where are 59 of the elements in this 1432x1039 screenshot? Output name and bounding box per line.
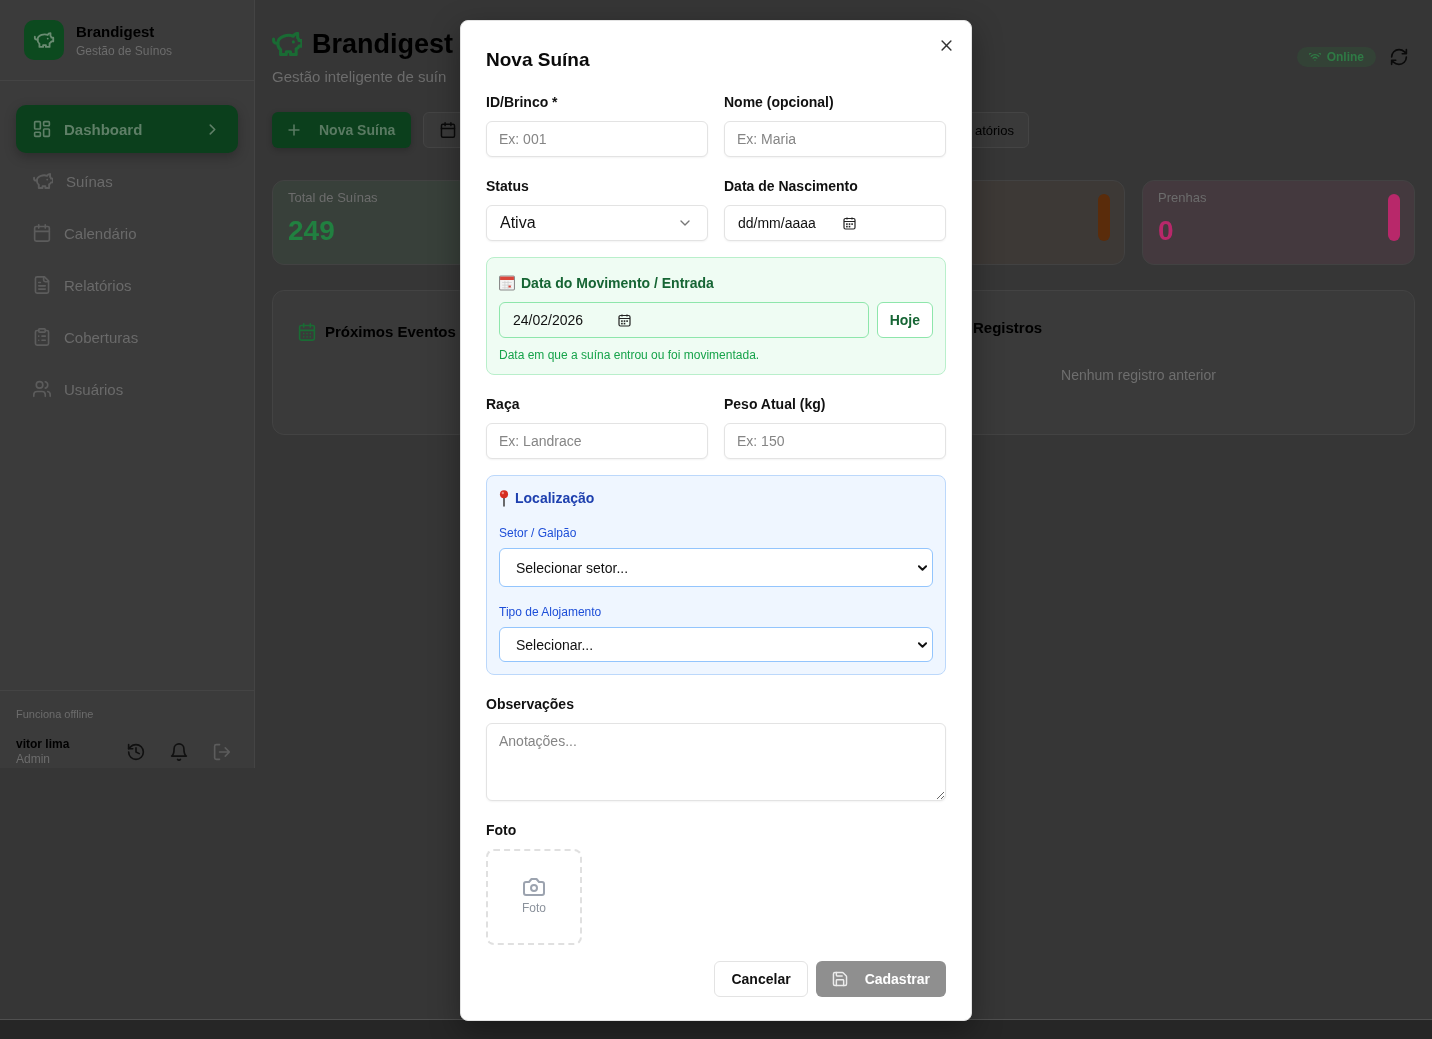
today-button[interactable]: Hoje [876,302,933,338]
text-field[interactable]: Ex: 150 [724,423,946,459]
stat-value: 249 [288,214,336,248]
new-pig-button[interactable]: Nova Suína [272,112,412,148]
field-hint: Data em que a suína entrou ou foi movimentada. [499,347,761,363]
section-title: Data do Movimento / Entrada [521,274,714,293]
field-label: Data de Nascimento [724,177,859,196]
field-label: Setor / Galpão [499,525,578,541]
calendar-icon [499,275,515,291]
field-label: ID/Brinco * [486,93,559,112]
select-field[interactable]: Selecionar... [499,627,933,662]
section-title: Localização [515,489,595,508]
calendar-icon[interactable] [618,313,631,327]
field-label: Tipo de Alojamento [499,604,603,620]
calendar-icon[interactable] [843,216,856,230]
dialog-title: Nova Suína [486,48,591,72]
field-label: Foto [486,821,518,840]
nav-item[interactable]: Dashboard [16,105,238,153]
select-field[interactable]: Selecionar setor... [499,548,933,587]
date-field[interactable]: dd/mm/aaaa [724,205,946,241]
field-label: Nome (opcional) [724,93,835,112]
pig-logo-icon [24,20,64,60]
text-field[interactable]: Ex: 001 [486,121,708,157]
clipboard-icon [33,328,51,346]
chevron-down-icon [680,220,690,226]
field-label: Observações [486,695,575,714]
user-name: vitor lima [16,737,71,752]
users-icon [33,380,51,398]
save-icon [831,971,848,987]
app-name: Brandigest [76,21,156,41]
text-field[interactable]: Ex: Landrace [486,423,708,459]
document-icon [33,276,51,294]
date-field[interactable]: 24/02/2026 [499,302,869,338]
plus-icon [288,124,300,136]
pig-icon [33,173,53,189]
calendar-icon [440,122,457,138]
chevron-down-icon [918,641,927,648]
notes-field[interactable]: Anotações... [486,723,946,801]
cancel-button[interactable]: Cancelar [714,961,808,997]
calendar-icon [298,323,316,341]
wifi-icon [1308,52,1321,61]
text-field[interactable]: Ex: Maria [724,121,946,157]
panel-title: Registros [973,318,1043,338]
panel-title: Próximos Eventos [325,322,456,342]
pin-icon [499,489,509,507]
photo-upload-button[interactable]: Foto [486,849,582,945]
camera-icon [523,878,545,896]
grid-icon [33,120,51,138]
connection-status-label: Online [1326,48,1364,66]
field-label: Peso Atual (kg) [724,395,827,414]
field-label: Status [486,177,530,196]
pig-icon [272,32,302,56]
calendar-icon [33,224,51,242]
select-field[interactable]: Ativa [486,205,708,241]
chevron-down-icon [918,564,927,571]
stat-value: 0 [1158,214,1175,248]
close-icon[interactable] [941,40,952,51]
field-label: Raça [486,395,521,414]
chevron-right-icon [209,123,216,135]
